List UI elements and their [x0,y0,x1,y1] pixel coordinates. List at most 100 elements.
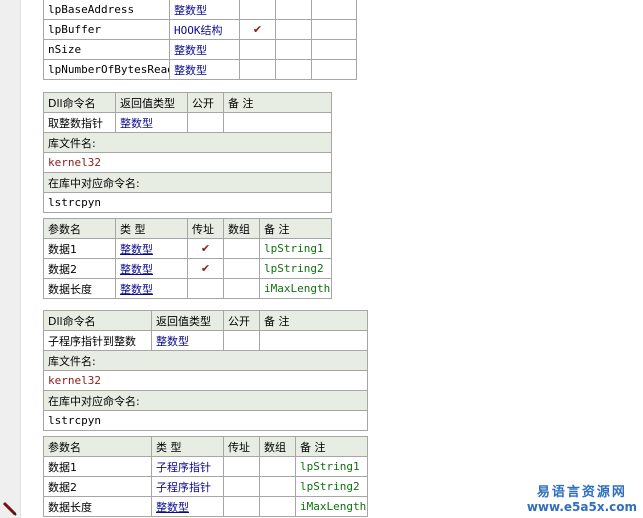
param-byref[interactable]: ✔ [239,19,276,40]
param-name[interactable]: 数据2 [43,476,152,497]
param-header-row: 参数名 类 型 传址 数组 备 注 [43,436,368,457]
param-note[interactable]: iMaxLength [259,278,332,299]
table-row: lpBaseAddress 整数型 [43,0,357,20]
param-type[interactable]: 整数型 [169,0,240,20]
param-array[interactable] [223,258,260,279]
dll-command-table: Dll命令名 返回值类型 公开 备 注 子程序指针到整数 整数型 库文件名: k… [43,310,368,431]
param-type-header: 类 型 [151,436,224,457]
param-type[interactable]: 整数型 [115,278,188,299]
dll-public[interactable] [223,330,260,351]
dll-command-name[interactable]: 取整数指针 [43,112,116,133]
dll-name-header: Dll命令名 [43,310,152,331]
param-type[interactable]: 整数型 [169,59,240,80]
param-header-row: 参数名 类 型 传址 数组 备 注 [43,218,332,239]
dll-command-table: Dll命令名 返回值类型 公开 备 注 取整数指针 整数型 库文件名: kern… [43,92,332,213]
param-type-header: 类 型 [115,218,188,239]
watermark-url: www.e5a5x.com [526,500,637,514]
param-name-header: 参数名 [43,218,116,239]
param-note-header: 备 注 [295,436,368,457]
dll-return-type[interactable]: 整数型 [115,112,188,133]
param-note[interactable] [311,39,357,60]
param-note[interactable]: lpString2 [259,258,332,279]
lib-label-row: 库文件名: [43,132,332,153]
lib-value-row: kernel32 [43,370,368,391]
param-byref[interactable] [187,278,224,299]
lib-file-value[interactable]: kernel32 [43,370,368,391]
param-name[interactable]: 数据长度 [43,278,116,299]
param-name[interactable]: lpBuffer [43,19,170,40]
byref-header: 传址 [223,436,260,457]
param-note[interactable]: lpString1 [259,238,332,259]
param-array[interactable] [275,39,312,60]
param-name[interactable]: nSize [43,39,170,60]
param-note[interactable]: iMaxLength [295,496,368,517]
param-array[interactable] [259,476,296,497]
entry-name-value[interactable]: lstrcpyn [43,410,368,431]
dll-command-row: 子程序指针到整数 整数型 [43,330,368,351]
param-type[interactable]: HOOK结构 [169,19,240,40]
param-note-header: 备 注 [259,218,332,239]
entry-name-value[interactable]: lstrcpyn [43,192,332,213]
param-name[interactable]: 数据1 [43,238,116,259]
dll-note[interactable] [223,112,332,133]
param-name[interactable]: 数据2 [43,258,116,279]
dll-command-name[interactable]: 子程序指针到整数 [43,330,152,351]
param-type[interactable]: 整数型 [151,496,224,517]
param-note[interactable] [311,0,357,20]
editor-gutter [0,0,21,518]
param-name[interactable]: 数据长度 [43,496,152,517]
param-name[interactable]: lpNumberOfBytesRead [43,59,170,80]
param-array[interactable] [275,59,312,80]
param-array[interactable] [223,238,260,259]
param-byref[interactable] [239,59,276,80]
param-note[interactable]: lpString2 [295,476,368,497]
entry-label-row: 在库中对应命令名: [43,172,332,193]
dll-name-header: Dll命令名 [43,92,116,113]
entry-value-row: lstrcpyn [43,192,332,213]
table-row: 数据长度 整数型 iMaxLength [43,496,368,517]
dll-public[interactable] [187,112,224,133]
param-byref[interactable]: ✔ [187,258,224,279]
lib-file-label: 库文件名: [43,350,368,371]
param-byref[interactable] [223,496,260,517]
param-type[interactable]: 整数型 [115,258,188,279]
param-type[interactable]: 整数型 [169,39,240,60]
param-type[interactable]: 子程序指针 [151,476,224,497]
return-type-header: 返回值类型 [151,310,224,331]
param-byref[interactable] [239,0,276,20]
param-type[interactable]: 子程序指针 [151,456,224,477]
table-row: lpBuffer HOOK结构 ✔ [43,19,357,40]
table-row: 数据2 子程序指针 lpString2 [43,476,368,497]
lib-label-row: 库文件名: [43,350,368,371]
param-note[interactable]: lpString1 [295,456,368,477]
entry-name-label: 在库中对应命令名: [43,390,368,411]
table-row: 数据长度 整数型 iMaxLength [43,278,332,299]
dll-param-table: 参数名 类 型 传址 数组 备 注 数据1 整数型 ✔ lpString1 数据… [43,218,332,299]
dll-note[interactable] [259,330,368,351]
table-row: 数据2 整数型 ✔ lpString2 [43,258,332,279]
param-array[interactable] [259,496,296,517]
dll-header-row: Dll命令名 返回值类型 公开 备 注 [43,310,368,331]
param-array[interactable] [275,0,312,20]
array-header: 数组 [259,436,296,457]
lib-file-value[interactable]: kernel32 [43,152,332,173]
param-byref[interactable]: ✔ [187,238,224,259]
watermark-title: 易语言资源网 [536,485,627,500]
param-byref[interactable] [223,476,260,497]
table-row: lpNumberOfBytesRead 整数型 [43,59,357,80]
param-byref[interactable] [223,456,260,477]
table-row: 数据1 子程序指针 lpString1 [43,456,368,477]
entry-value-row: lstrcpyn [43,410,368,431]
param-type[interactable]: 整数型 [115,238,188,259]
dll-return-type[interactable]: 整数型 [151,330,224,351]
param-array[interactable] [223,278,260,299]
entry-name-label: 在库中对应命令名: [43,172,332,193]
param-note[interactable] [311,59,357,80]
param-array[interactable] [259,456,296,477]
param-note[interactable] [311,19,357,40]
param-byref[interactable] [239,39,276,60]
param-name[interactable]: 数据1 [43,456,152,477]
param-array[interactable] [275,19,312,40]
param-name[interactable]: lpBaseAddress [43,0,170,20]
dll-command-row: 取整数指针 整数型 [43,112,332,133]
